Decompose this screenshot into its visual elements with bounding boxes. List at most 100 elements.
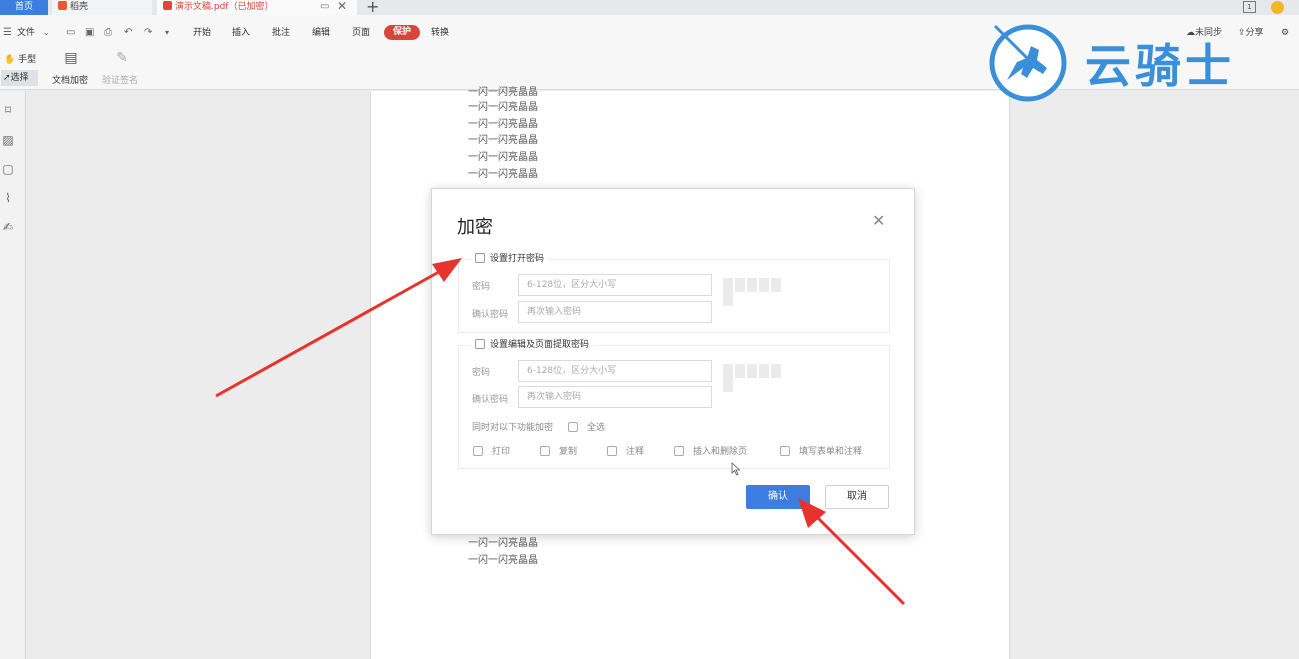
- edit-confirm-password-input[interactable]: 再次输入密码: [518, 386, 712, 408]
- redo-icon[interactable]: ↷: [144, 26, 152, 40]
- mouse-cursor-icon: [731, 462, 741, 476]
- hand-tool-label: 手型: [18, 55, 37, 65]
- open-folder-icon[interactable]: ▭: [66, 26, 75, 40]
- checkbox-icon: [780, 446, 790, 456]
- select-all-label: 全选: [587, 423, 606, 433]
- checkbox-icon: [540, 446, 550, 456]
- menu-edit[interactable]: 编辑: [312, 26, 330, 40]
- signature-icon[interactable]: ✍: [1, 220, 15, 234]
- edit-password-group: 设置编辑及页面提取密码 密码 6-128位，区分大小写 确认密码 再次输入密码 …: [458, 338, 890, 469]
- doc-line: 一闪一闪亮晶晶: [468, 87, 538, 98]
- doc-encrypt-icon[interactable]: ▤: [61, 50, 81, 68]
- pdf-icon: [163, 1, 172, 10]
- open-password-group: 设置打开密码 密码 6-128位，区分大小写 确认密码 再次输入密码: [458, 252, 890, 333]
- confirm-password-label: 确认密码: [472, 310, 509, 320]
- option-insert-delete-pages[interactable]: 插入和删除页: [674, 445, 747, 459]
- hand-tool[interactable]: ✋ 手型: [4, 52, 36, 65]
- daoke-icon: [58, 1, 67, 10]
- hand-icon: ✋: [4, 55, 16, 65]
- comment-icon[interactable]: ▢: [1, 162, 15, 176]
- tab-home[interactable]: 首页: [0, 0, 48, 15]
- doc-line: 一闪一闪亮晶晶: [468, 538, 538, 549]
- share-button[interactable]: ⇪分享: [1238, 26, 1264, 40]
- attachment-icon[interactable]: ⌇: [1, 191, 15, 205]
- confirm-password-label: 确认密码: [472, 395, 509, 405]
- edit-password-label: 设置编辑及页面提取密码: [490, 340, 590, 350]
- menu-file[interactable]: 文件: [17, 26, 35, 40]
- checkbox-icon: [674, 446, 684, 456]
- quick-access-dropdown-icon[interactable]: ▾: [165, 26, 169, 40]
- password-label: 密码: [472, 368, 491, 378]
- option-annotate-label: 注释: [626, 447, 645, 457]
- menu-insert[interactable]: 插入: [232, 26, 250, 40]
- option-annotate[interactable]: 注释: [607, 445, 644, 459]
- cancel-button[interactable]: 取消: [825, 485, 889, 509]
- verify-sign-icon: ✎: [116, 50, 128, 66]
- verify-sign-button: 验证签名: [102, 76, 139, 86]
- avatar[interactable]: [1271, 1, 1284, 14]
- edit-password-checkbox[interactable]: 设置编辑及页面提取密码: [471, 338, 594, 352]
- open-confirm-password-input[interactable]: 再次输入密码: [518, 301, 712, 323]
- password-strength-meter: [723, 364, 793, 392]
- thumbnail-icon[interactable]: ▨: [1, 133, 15, 147]
- tab-daoke[interactable]: 稻壳: [52, 0, 152, 15]
- tab-daoke-label: 稻壳: [70, 2, 89, 12]
- option-print-label: 打印: [492, 447, 511, 457]
- menu-annotate[interactable]: 批注: [272, 26, 290, 40]
- option-copy[interactable]: 复制: [540, 445, 577, 459]
- close-tab-icon[interactable]: ✕: [337, 0, 347, 13]
- doc-line: 一闪一闪亮晶晶: [468, 119, 538, 130]
- share-icon: ⇪: [1238, 28, 1246, 38]
- hamburger-icon[interactable]: ☰: [3, 26, 12, 40]
- menu-page[interactable]: 页面: [352, 26, 370, 40]
- option-fill-forms[interactable]: 填写表单和注释: [780, 445, 862, 459]
- undo-icon[interactable]: ↶: [124, 26, 132, 40]
- doc-line: 一闪一闪亮晶晶: [468, 169, 538, 180]
- print-icon[interactable]: ⎙: [104, 26, 112, 40]
- checkbox-icon: [473, 446, 483, 456]
- checkbox-icon: [475, 339, 485, 349]
- option-copy-label: 复制: [559, 447, 578, 457]
- save-icon[interactable]: ▣: [85, 26, 94, 40]
- settings-icon[interactable]: ⚙: [1281, 26, 1289, 40]
- left-sidebar: ⌑ ▨ ▢ ⌇ ✍: [0, 91, 26, 659]
- checkbox-icon: [607, 446, 617, 456]
- watermark-knight-logo-icon: [989, 24, 1067, 102]
- pointer-icon: ➚: [3, 73, 11, 83]
- checkbox-icon: [475, 253, 485, 263]
- doc-encrypt-button[interactable]: 文档加密: [52, 73, 88, 86]
- chevron-down-icon[interactable]: ⌄: [43, 26, 50, 40]
- edit-password-input[interactable]: 6-128位，区分大小写: [518, 360, 712, 382]
- select-all-checkbox[interactable]: 全选: [568, 421, 605, 435]
- menu-start[interactable]: 开始: [193, 26, 211, 40]
- password-strength-meter: [723, 278, 793, 306]
- menu-protect[interactable]: 保护: [384, 25, 420, 40]
- doc-line: 一闪一闪亮晶晶: [468, 102, 538, 113]
- doc-line: 一闪一闪亮晶晶: [468, 152, 538, 163]
- doc-line: 一闪一闪亮晶晶: [468, 135, 538, 146]
- password-label: 密码: [472, 282, 491, 292]
- open-password-checkbox[interactable]: 设置打开密码: [471, 252, 549, 266]
- open-password-input[interactable]: 6-128位，区分大小写: [518, 274, 712, 296]
- new-tab-icon[interactable]: +: [366, 0, 379, 16]
- bookmark-icon[interactable]: ⌑: [1, 103, 15, 117]
- confirm-button[interactable]: 确认: [746, 485, 810, 509]
- share-label: 分享: [1245, 28, 1264, 38]
- watermark-text: 云骑士: [1085, 39, 1235, 93]
- select-tool[interactable]: ➚选择: [1, 70, 38, 86]
- checkbox-icon: [568, 422, 578, 432]
- menu-convert[interactable]: 转换: [431, 26, 449, 40]
- pin-icon[interactable]: ▭: [320, 0, 329, 13]
- dialog-title: 加密: [457, 217, 493, 238]
- tab-document-label: 演示文稿.pdf（已加密）: [175, 2, 274, 12]
- select-tool-label: 选择: [10, 73, 29, 83]
- also-encrypt-label: 同时对以下功能加密: [472, 423, 554, 433]
- open-password-label: 设置打开密码: [490, 254, 545, 264]
- option-insert-delete-label: 插入和删除页: [693, 447, 748, 457]
- option-fill-forms-label: 填写表单和注释: [799, 447, 863, 457]
- option-print[interactable]: 打印: [473, 445, 510, 459]
- page-indicator[interactable]: 1: [1243, 1, 1256, 13]
- close-icon[interactable]: ✕: [872, 211, 885, 230]
- doc-line: 一闪一闪亮晶晶: [468, 555, 538, 566]
- tab-bar: 首页 稻壳 演示文稿.pdf（已加密） ▭ ✕ + 1: [0, 0, 1299, 16]
